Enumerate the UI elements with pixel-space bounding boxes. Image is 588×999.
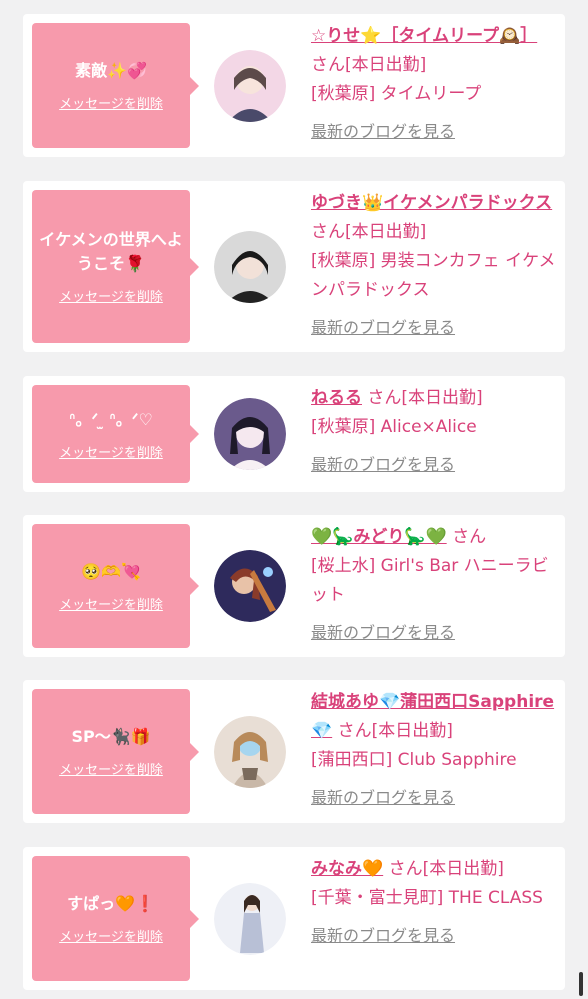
honorific: さん (311, 55, 345, 75)
honorific: さん (388, 859, 423, 879)
cast-name-link[interactable]: ゆづき👑イケメンパラドックス (311, 193, 552, 213)
delete-message-link[interactable]: メッセージを削除 (59, 93, 163, 112)
message-bubble: すぱっ🧡❗ メッセージを削除 (32, 856, 199, 981)
scrollbar[interactable] (579, 972, 583, 996)
on-duty-badge: [本日出勤] (371, 721, 453, 741)
avatar[interactable] (214, 882, 286, 955)
cast-name-link[interactable]: 💚🦕みどり🦕💚 (311, 527, 447, 547)
message-bubble: ᐢ。ᐟ ̫ ᐢ。ᐟ♡ メッセージを削除 (32, 385, 199, 483)
latest-blog-link[interactable]: 最新のブログを見る (311, 618, 559, 647)
message-text: 素敵✨💞 (75, 61, 147, 80)
cast-info: 結城あゆ💎蒲田西口Sapphire💎 さん[本日出勤] [蒲田西口] Club … (311, 688, 559, 812)
message-card: 素敵✨💞 メッセージを削除 ☆りせ⭐［タイムリープ🕰️］ さん[本日出勤] [秋… (23, 14, 565, 157)
message-card: SP〜🐈‍⬛🎁 メッセージを削除 結城あゆ💎蒲田西口Sapphire💎 さん[本… (23, 680, 565, 823)
latest-blog-link[interactable]: 最新のブログを見る (311, 783, 559, 812)
shop-name: [蒲田西口] Club Sapphire (311, 750, 517, 770)
message-card: イケメンの世界へようこそ🌹 メッセージを削除 ゆづき👑イケメンパラドックス さん… (23, 181, 565, 352)
avatar-image (214, 398, 286, 470)
message-card: すぱっ🧡❗ メッセージを削除 みなみ🧡 さん[本日出勤] [千葉・富士見町] T… (23, 847, 565, 990)
delete-message-link[interactable]: メッセージを削除 (59, 594, 163, 613)
message-card: 🥺🫶💘 メッセージを削除 💚🦕みどり🦕💚 さん [桜上水] Girl's Bar… (23, 515, 565, 657)
shop-name: [秋葉原] 男装コンカフェ イケメンパラドックス (311, 251, 556, 300)
cast-name-link[interactable]: みなみ🧡 (311, 859, 383, 879)
avatar[interactable] (214, 715, 286, 788)
message-text: 🥺🫶💘 (81, 561, 141, 581)
avatar[interactable] (214, 230, 286, 303)
avatar[interactable] (214, 398, 286, 470)
message-text: SP〜🐈‍⬛🎁 (71, 727, 151, 746)
latest-blog-link[interactable]: 最新のブログを見る (311, 921, 559, 950)
message-bubble: 🥺🫶💘 メッセージを削除 (32, 524, 199, 648)
cast-name-link[interactable]: ☆りせ⭐［タイムリープ🕰️］ (311, 26, 537, 46)
honorific: さん (367, 388, 402, 408)
cast-info: ☆りせ⭐［タイムリープ🕰️］ さん[本日出勤] [秋葉原] タイムリープ 最新の… (311, 22, 559, 146)
cast-info: みなみ🧡 さん[本日出勤] [千葉・富士見町] THE CLASS 最新のブログ… (311, 855, 559, 950)
shop-name: [秋葉原] Alice×Alice (311, 417, 477, 437)
on-duty-badge: [本日出勤] (422, 859, 504, 879)
delete-message-link[interactable]: メッセージを削除 (59, 442, 163, 461)
delete-message-link[interactable]: メッセージを削除 (59, 759, 163, 778)
latest-blog-link[interactable]: 最新のブログを見る (311, 450, 559, 479)
message-text: すぱっ🧡❗ (67, 894, 155, 913)
shop-name: [桜上水] Girl's Bar ハニーラビット (311, 556, 549, 605)
avatar-image (214, 49, 286, 122)
message-bubble: SP〜🐈‍⬛🎁 メッセージを削除 (32, 689, 199, 814)
latest-blog-link[interactable]: 最新のブログを見る (311, 313, 559, 342)
on-duty-badge: [本日出勤] (401, 388, 483, 408)
cast-info: ゆづき👑イケメンパラドックス さん[本日出勤] [秋葉原] 男装コンカフェ イケ… (311, 189, 559, 342)
cast-info: ねるる さん[本日出勤] [秋葉原] Alice×Alice 最新のブログを見る (311, 384, 559, 479)
message-text: ᐢ。ᐟ ̫ ᐢ。ᐟ♡ (69, 409, 153, 429)
avatar-image (214, 882, 286, 955)
message-card: ᐢ。ᐟ ̫ ᐢ。ᐟ♡ メッセージを削除 ねるる さん[本日出勤] [秋葉原] A… (23, 376, 565, 492)
on-duty-badge: [本日出勤] (345, 55, 427, 75)
avatar-image (214, 715, 286, 788)
message-text: イケメンの世界へようこそ🌹 (39, 230, 183, 273)
avatar[interactable] (214, 550, 286, 622)
cast-info: 💚🦕みどり🦕💚 さん [桜上水] Girl's Bar ハニーラビット 最新のブ… (311, 523, 559, 647)
avatar-image (214, 230, 286, 303)
on-duty-badge: [本日出勤] (345, 222, 427, 242)
delete-message-link[interactable]: メッセージを削除 (59, 286, 163, 305)
latest-blog-link[interactable]: 最新のブログを見る (311, 117, 559, 146)
delete-message-link[interactable]: メッセージを削除 (59, 926, 163, 945)
honorific: さん (337, 721, 372, 741)
honorific: さん (452, 527, 487, 547)
message-bubble: 素敵✨💞 メッセージを削除 (32, 23, 199, 148)
message-bubble: イケメンの世界へようこそ🌹 メッセージを削除 (32, 190, 199, 343)
avatar[interactable] (214, 49, 286, 122)
cast-name-link[interactable]: ねるる (311, 388, 362, 408)
shop-name: [秋葉原] タイムリープ (311, 84, 482, 104)
honorific: さん (311, 222, 345, 242)
shop-name: [千葉・富士見町] THE CLASS (311, 888, 543, 908)
avatar-image (214, 550, 286, 622)
